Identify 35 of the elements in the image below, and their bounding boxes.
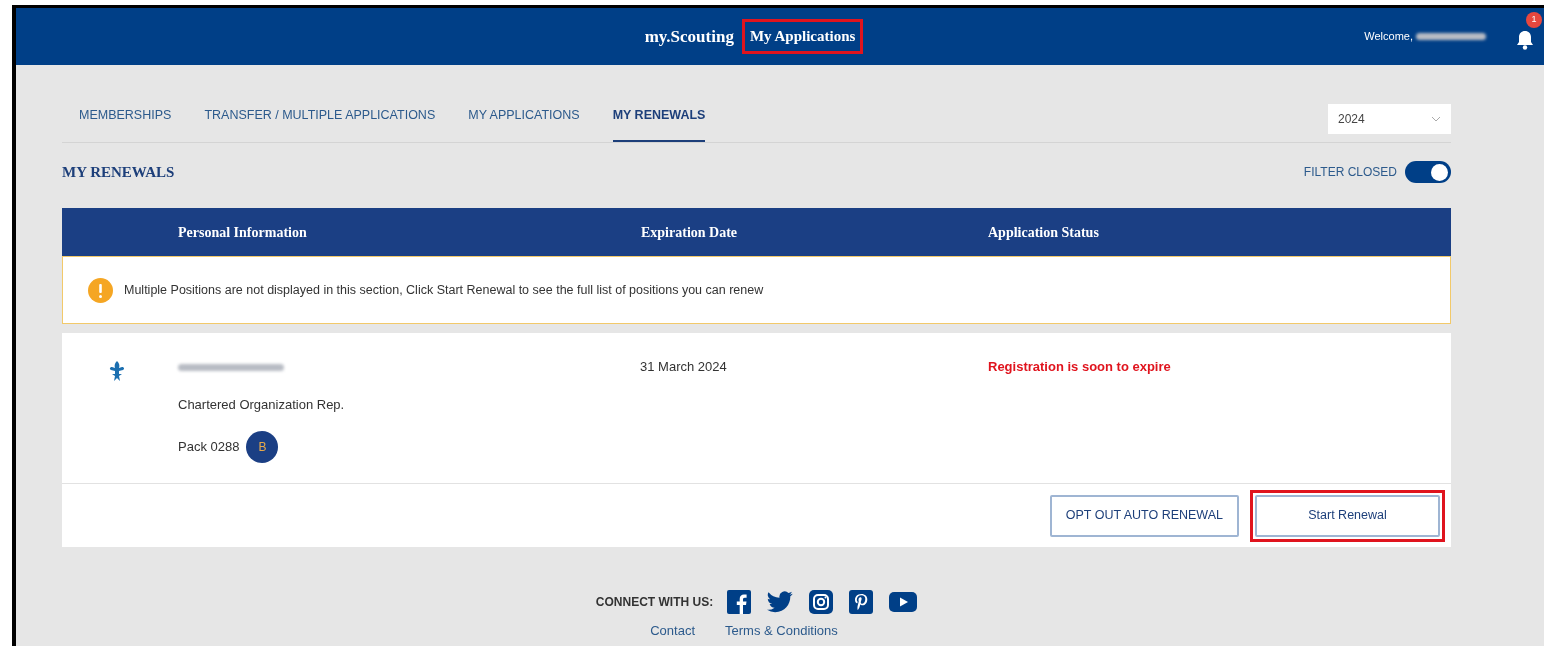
page-title: My Applications (741, 19, 864, 54)
toggle-switch[interactable] (1405, 161, 1451, 183)
unit-text: Pack 0288 (178, 437, 240, 456)
year-select[interactable]: 2024 (1328, 104, 1451, 134)
camera-icon[interactable] (809, 590, 834, 614)
expiration-date: 31 March 2024 (640, 358, 727, 377)
notification-badge: 1 (1526, 12, 1542, 28)
filter-label: FILTER CLOSED (1303, 164, 1397, 181)
tab[interactable]: TRANSFER / MULTIPLE APPLICATIONS (204, 106, 436, 142)
tab[interactable]: MY APPLICATIONS (468, 106, 580, 142)
connect-label: CONNECT WITH US: (595, 594, 714, 611)
bell-icon[interactable] (1516, 30, 1534, 50)
pinterest-icon[interactable] (849, 590, 874, 614)
status-text: Registration is soon to expire (988, 358, 1171, 377)
unit-badge: B (246, 430, 279, 463)
warning-icon (88, 277, 113, 303)
action-button[interactable]: Start Renewal (1255, 494, 1440, 537)
redacted-text (1416, 33, 1486, 40)
play-icon[interactable] (889, 592, 918, 612)
column-header: Personal Information (178, 223, 308, 242)
action-button[interactable]: OPT OUT AUTO RENEWAL (1049, 494, 1239, 537)
notice-text: Multiple Positions are not displayed in this section, Click Start Renewal to see the full list of positions you can renew (124, 281, 764, 299)
bird-icon[interactable] (767, 591, 794, 613)
section-title: MY RENEWALS (62, 162, 175, 182)
welcome-text: Welcome, (1364, 29, 1413, 45)
brand-name: my.Scouting (644, 25, 734, 48)
facebook-icon[interactable] (727, 590, 752, 614)
tab[interactable]: MY RENEWALS (612, 106, 706, 142)
tab[interactable]: MEMBERSHIPS (79, 106, 172, 142)
chevron-down-icon (1431, 116, 1441, 122)
position-text: Chartered Organization Rep. (178, 396, 346, 414)
footer-link[interactable]: Terms & Conditions (725, 621, 838, 641)
column-header: Expiration Date (641, 223, 739, 242)
footer-link[interactable]: Contact (650, 621, 696, 641)
column-header: Application Status (988, 223, 1100, 242)
